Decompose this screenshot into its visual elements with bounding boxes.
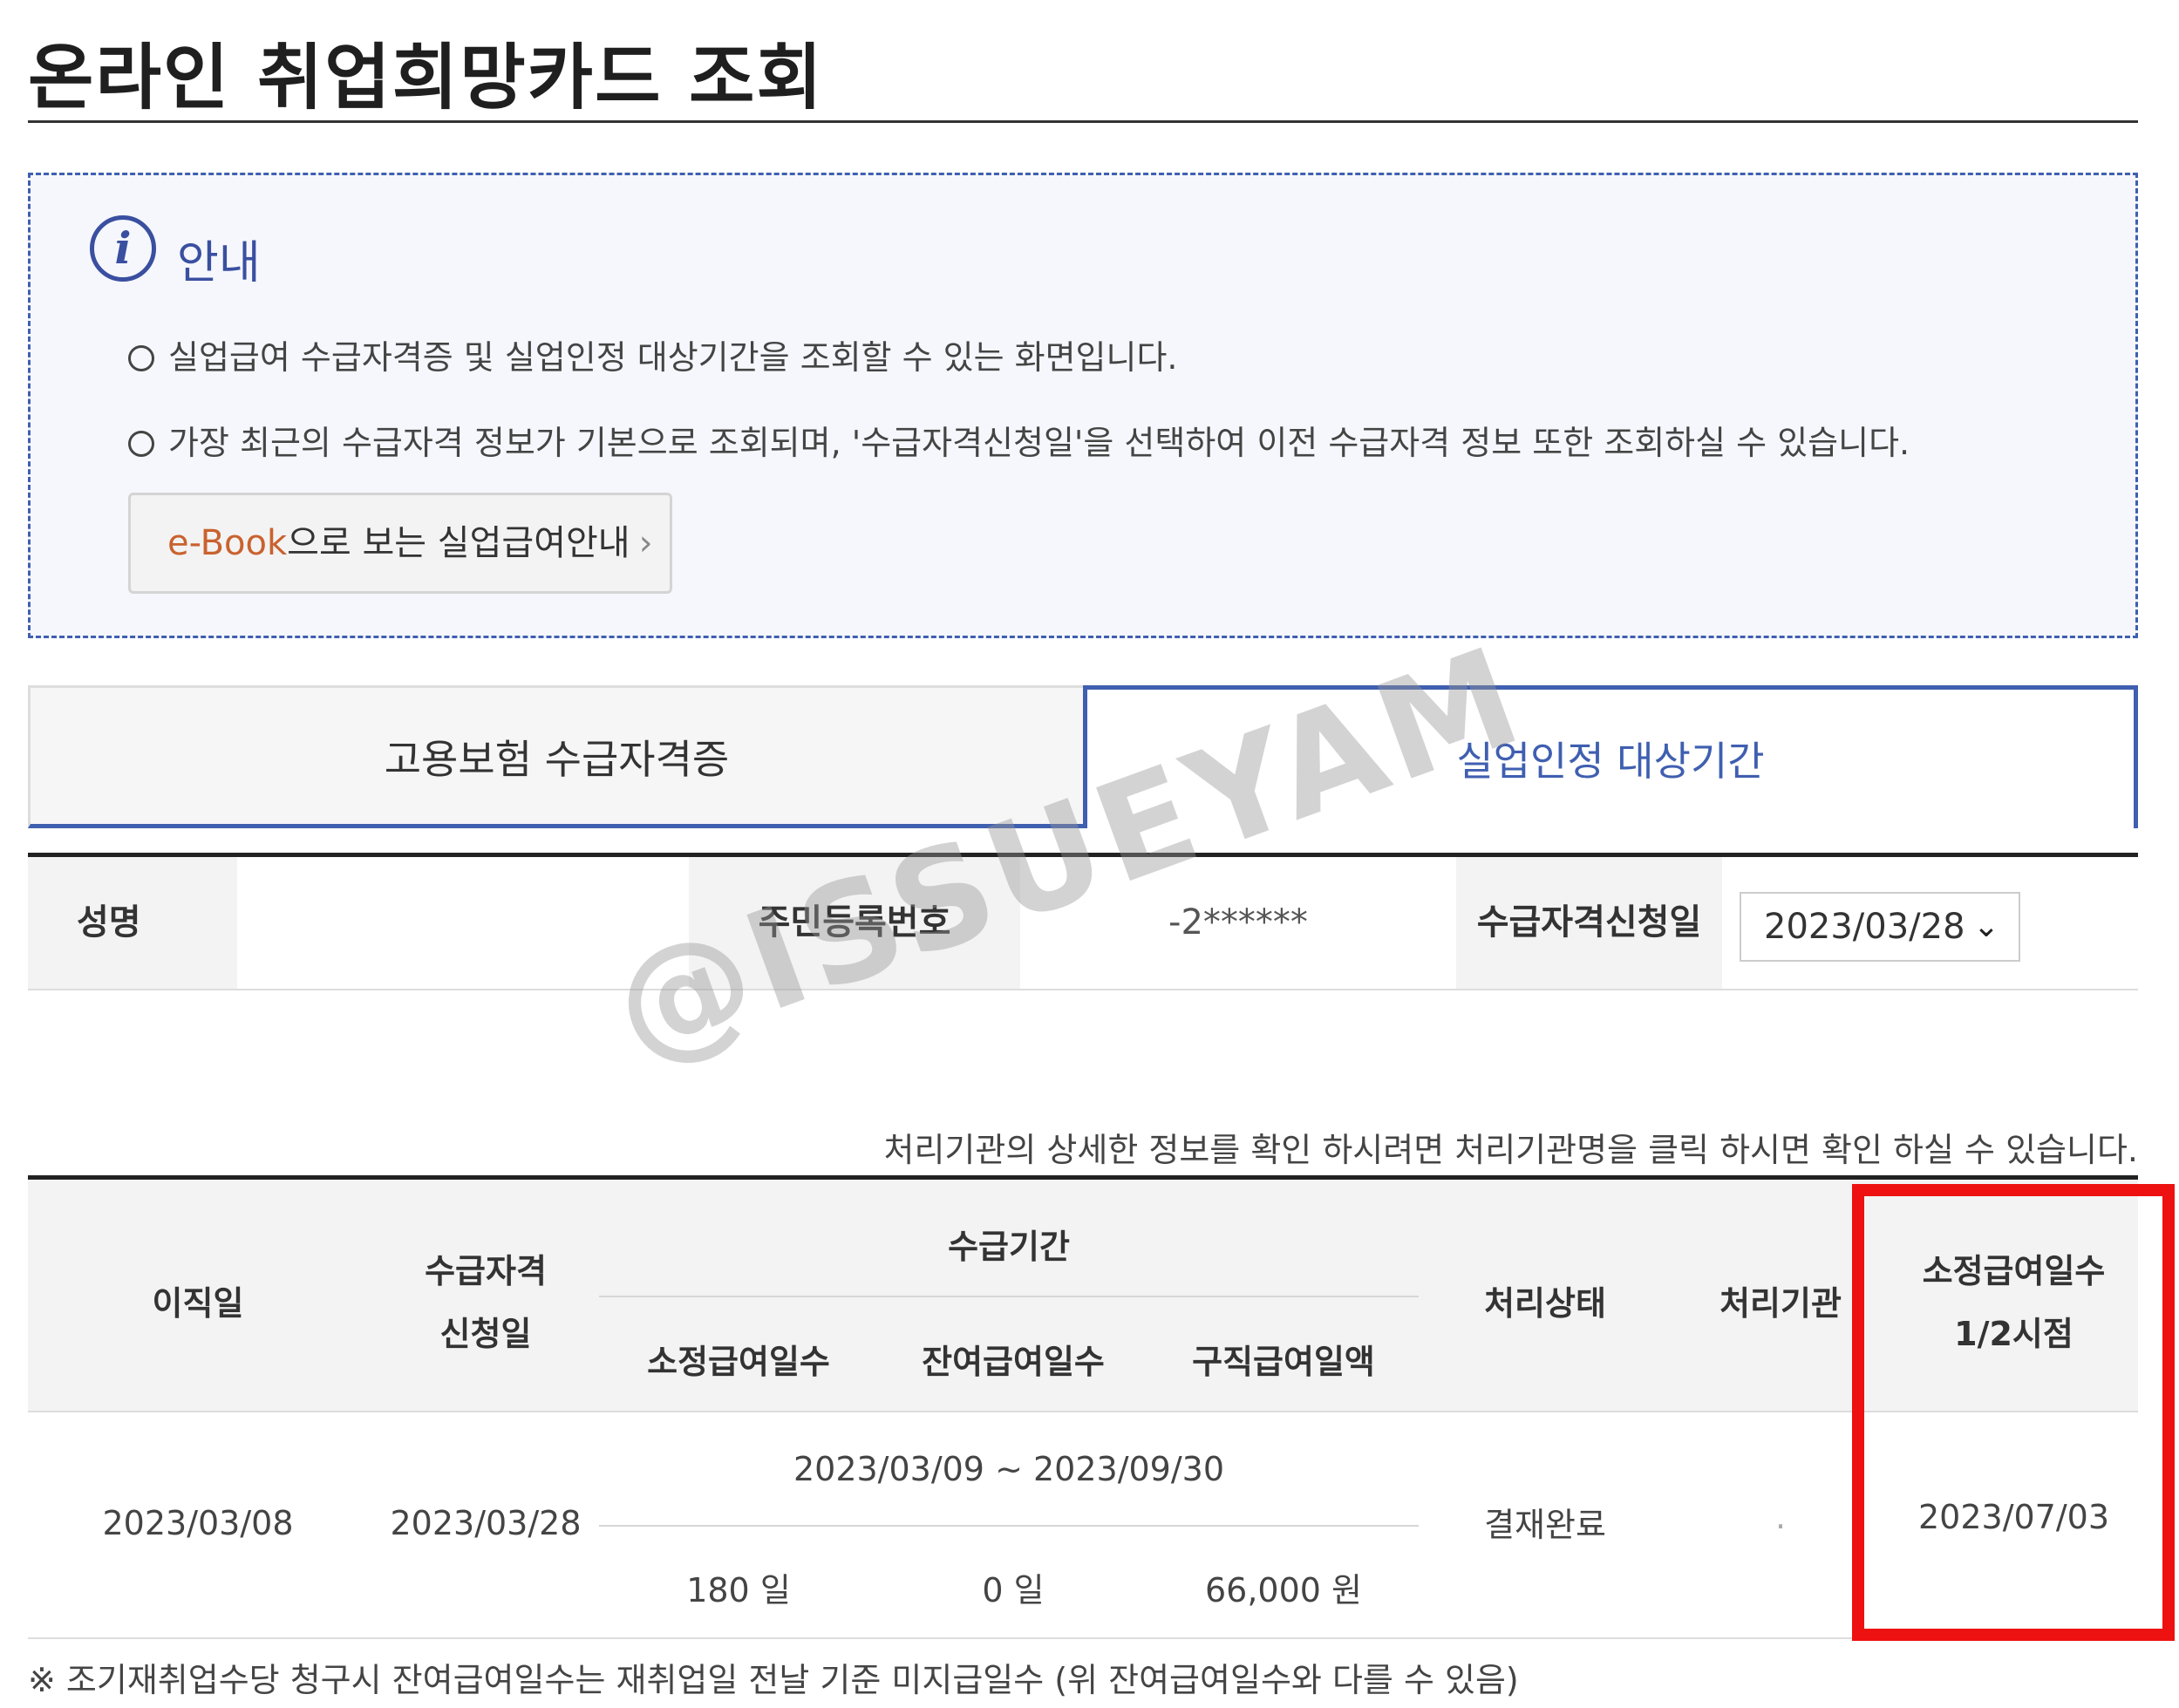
header-prescribed-days: 소정급여일수 — [647, 1343, 830, 1381]
circle-bullet-icon — [128, 345, 154, 371]
highlight-box — [1852, 1184, 2175, 1641]
header-remaining-days: 잔여급여일수 — [922, 1343, 1105, 1381]
cell-period: 2023/03/09 ~ 2023/09/30 — [793, 1450, 1225, 1488]
info-line-2-text: 가장 최근의 수급자격 정보가 기본으로 조회되며, '수급자격신청일'을 선택… — [168, 424, 1910, 462]
period-table: 이직일 수급자격 신청일 수급기간 소정급여일수 잔여급여일수 구직급여일액 처… — [28, 1175, 2138, 1639]
info-icon: i — [90, 215, 156, 282]
page-title: 온라인 취업희망카드 조회 — [28, 37, 824, 119]
cell-daily-amount: 66,000 원 — [1204, 1571, 1362, 1609]
header-period: 수급기간 — [948, 1228, 1070, 1266]
header-subdivider — [599, 1296, 1419, 1297]
header-daily-amount: 구직급여일액 — [1192, 1343, 1375, 1381]
info-line-1-text: 실업급여 수급자격증 및 실업인정 대상기간을 조회할 수 있는 화면입니다. — [168, 338, 1178, 377]
agency-note: 처리기관의 상세한 정보를 확인 하시려면 처리기관명을 클릭 하시면 확인 하… — [883, 1131, 2138, 1169]
chevron-right-icon: › — [638, 523, 653, 563]
ebook-guide-button[interactable]: e-Book으로 보는 실업급여안내 › — [128, 493, 672, 594]
apply-date-value: 2023/03/28 — [1764, 907, 1965, 947]
tab-insurance-certificate[interactable]: 고용보험 수급자격증 — [28, 685, 1083, 828]
cell-status: 결재완료 — [1484, 1506, 1606, 1544]
header-apply-date-line2: 신청일 — [439, 1315, 532, 1353]
apply-date-select[interactable]: 2023/03/28 ⌄ — [1740, 892, 2020, 962]
title-divider — [28, 120, 2138, 123]
cell-remaining-days: 0 일 — [982, 1571, 1045, 1609]
info-box: i 안내 실업급여 수급자격증 및 실업인정 대상기간을 조회할 수 있는 화면… — [28, 173, 2138, 638]
name-label: 성명 — [28, 857, 237, 989]
chevron-down-icon: ⌄ — [1972, 908, 1999, 944]
circle-bullet-icon — [128, 431, 154, 457]
ebook-button-label: 으로 보는 실업급여안내 — [287, 523, 630, 563]
row-subdivider — [599, 1525, 1419, 1527]
info-heading: 안내 — [177, 237, 261, 289]
info-line-2: 가장 최근의 수급자격 정보가 기본으로 조회되며, '수급자격신청일'을 선택… — [128, 416, 1910, 464]
apply-date-label: 수급자격신청일 — [1456, 857, 1722, 989]
info-line-1: 실업급여 수급자격증 및 실업인정 대상기간을 조회할 수 있는 화면입니다. — [128, 330, 1178, 378]
header-apply-date-line1: 수급자격 — [425, 1252, 547, 1290]
ebook-highlight-text: e-Book — [167, 523, 288, 563]
cell-apply-date: 2023/03/28 — [390, 1504, 582, 1542]
header-status: 처리상태 — [1484, 1284, 1606, 1323]
cell-leave-date: 2023/03/08 — [102, 1504, 294, 1542]
cell-prescribed-days: 180 일 — [686, 1571, 791, 1609]
header-leave-date: 이직일 — [152, 1284, 244, 1323]
footnote: ※ 조기재취업수당 청구시 잔여급여일수는 재취업일 전날 기준 미지급일수 (… — [28, 1661, 1519, 1699]
